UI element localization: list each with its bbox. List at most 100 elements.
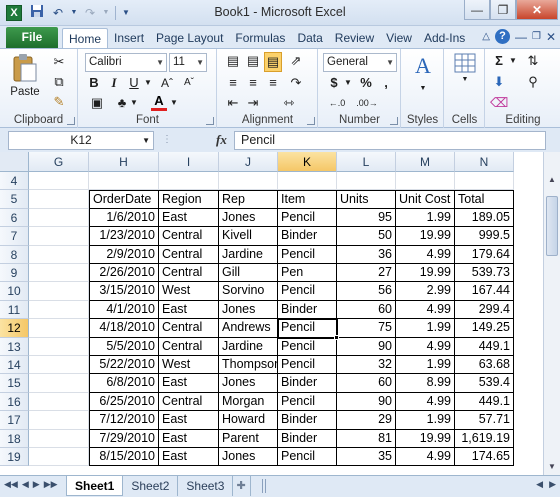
table-cell[interactable]: Jones [219, 208, 278, 228]
table-cell[interactable]: East [159, 448, 219, 467]
cell[interactable] [396, 172, 455, 191]
column-header[interactable]: M [396, 152, 455, 172]
bold-button[interactable]: B [85, 74, 103, 92]
table-cell[interactable]: 167.44 [455, 282, 514, 301]
font-size-combo[interactable]: 11 ▼ [169, 53, 207, 72]
table-cell[interactable]: 50 [337, 227, 396, 246]
worksheet-grid[interactable]: G H I J K L M N 4 5 6 7 8 9 10 11 12 13 14 15 16 17 18 19 OrderD… [0, 152, 543, 475]
table-cell[interactable]: 1.99 [396, 411, 455, 430]
cell[interactable] [29, 300, 89, 320]
column-header[interactable]: N [455, 152, 514, 172]
row-header[interactable]: 13 [0, 337, 29, 356]
table-cell[interactable]: 6/25/2010 [89, 392, 159, 412]
tab-data[interactable]: Data [291, 28, 328, 49]
table-cell[interactable]: Central [159, 227, 219, 246]
column-header[interactable]: L [337, 152, 396, 172]
prev-sheet-icon[interactable]: ◀ [22, 479, 29, 490]
scroll-right-icon[interactable]: ▶ [549, 479, 556, 490]
table-header-cell[interactable]: Rep [219, 190, 278, 209]
cell[interactable] [29, 411, 89, 430]
merge-center-icon[interactable]: ⇿ [274, 94, 304, 112]
first-sheet-icon[interactable]: ◀◀ [4, 479, 18, 490]
cell[interactable] [29, 429, 89, 448]
table-cell[interactable]: 5/5/2010 [89, 337, 159, 356]
table-cell[interactable]: 90 [337, 337, 396, 356]
table-header-cell[interactable]: Units [337, 190, 396, 209]
table-cell[interactable]: East [159, 300, 219, 320]
table-cell[interactable]: 8/15/2010 [89, 448, 159, 467]
workbook-restore-icon[interactable]: ❐ [532, 31, 541, 42]
currency-button[interactable]: $ [325, 74, 343, 92]
table-cell[interactable]: 8.99 [396, 374, 455, 393]
table-cell[interactable]: Pencil [278, 356, 337, 375]
alignment-launcher-icon[interactable] [307, 117, 315, 125]
table-cell[interactable]: 32 [337, 356, 396, 375]
table-cell[interactable]: 539.4 [455, 374, 514, 393]
table-cell[interactable]: Central [159, 392, 219, 412]
table-cell[interactable]: 56 [337, 282, 396, 301]
table-cell[interactable]: 75 [337, 319, 396, 338]
cell[interactable] [278, 172, 337, 191]
sheet-tab-sheet3[interactable]: Sheet3 [178, 476, 234, 496]
table-cell[interactable]: Kivell [219, 227, 278, 246]
table-header-cell[interactable]: Region [159, 190, 219, 209]
table-cell[interactable]: Pencil [278, 337, 337, 356]
cell[interactable] [29, 337, 89, 356]
row-header[interactable]: 15 [0, 374, 29, 393]
table-cell[interactable]: 63.68 [455, 356, 514, 375]
table-cell[interactable]: Sorvino [219, 282, 278, 301]
table-cell[interactable]: Jardine [219, 337, 278, 356]
table-cell[interactable]: Central [159, 319, 219, 338]
table-cell[interactable]: Pencil [278, 245, 337, 264]
styles-button[interactable]: A ▼ [405, 53, 441, 109]
tab-insert[interactable]: Insert [108, 28, 150, 49]
row-header[interactable]: 5 [0, 190, 29, 209]
table-cell[interactable]: Jardine [219, 245, 278, 264]
increase-indent-icon[interactable]: ⇥ [244, 94, 262, 112]
table-cell[interactable]: Binder [278, 429, 337, 448]
align-right-icon[interactable]: ≡ [264, 74, 282, 92]
insert-function-button[interactable]: fx [216, 132, 227, 148]
table-cell[interactable]: East [159, 208, 219, 228]
table-cell[interactable]: 149.25 [455, 319, 514, 338]
help-icon[interactable]: ? [494, 29, 510, 44]
workbook-close-icon[interactable]: ✕ [546, 30, 556, 44]
vertical-scrollbar[interactable]: ▲ ▼ [543, 152, 560, 475]
decrease-decimal-icon[interactable]: .00→ [355, 94, 379, 112]
format-painter-icon[interactable]: ✎ [50, 93, 68, 111]
table-cell[interactable]: East [159, 374, 219, 393]
table-cell[interactable]: Thompson [219, 356, 278, 375]
number-format-combo[interactable]: General ▼ [323, 53, 397, 72]
row-header[interactable]: 17 [0, 411, 29, 430]
paste-button[interactable]: Paste [8, 53, 42, 109]
fill-handle[interactable] [334, 334, 339, 340]
cell[interactable] [29, 245, 89, 264]
row-header[interactable]: 8 [0, 245, 29, 264]
table-cell[interactable]: West [159, 356, 219, 375]
underline-dropdown-icon[interactable]: ▼ [143, 74, 153, 92]
row-header[interactable]: 11 [0, 300, 29, 320]
table-cell[interactable]: Jones [219, 448, 278, 467]
row-header[interactable]: 14 [0, 356, 29, 375]
scroll-left-icon[interactable]: ◀ [536, 479, 543, 490]
cell[interactable] [159, 172, 219, 191]
table-cell[interactable]: 27 [337, 264, 396, 283]
table-cell[interactable]: Binder [278, 374, 337, 393]
table-cell[interactable]: 4.99 [396, 448, 455, 467]
increase-font-icon[interactable]: Aˆ [157, 74, 177, 92]
table-header-cell[interactable]: OrderDate [89, 190, 159, 209]
number-launcher-icon[interactable] [390, 117, 398, 125]
column-header[interactable]: G [29, 152, 89, 172]
row-header[interactable]: 10 [0, 282, 29, 301]
scroll-thumb[interactable] [546, 196, 558, 256]
table-cell[interactable]: 36 [337, 245, 396, 264]
cell[interactable] [29, 282, 89, 301]
formula-input[interactable]: Pencil [234, 131, 546, 150]
minimize-ribbon-icon[interactable]: △ [482, 31, 490, 42]
decrease-font-icon[interactable]: Aˇ [179, 74, 199, 92]
wrap-text-icon[interactable]: ↷ [284, 74, 308, 92]
table-cell[interactable]: 299.4 [455, 300, 514, 320]
cells-button[interactable]: ▼ [448, 53, 482, 109]
borders-icon[interactable]: ▣ [85, 94, 109, 112]
table-cell[interactable]: 174.65 [455, 448, 514, 467]
